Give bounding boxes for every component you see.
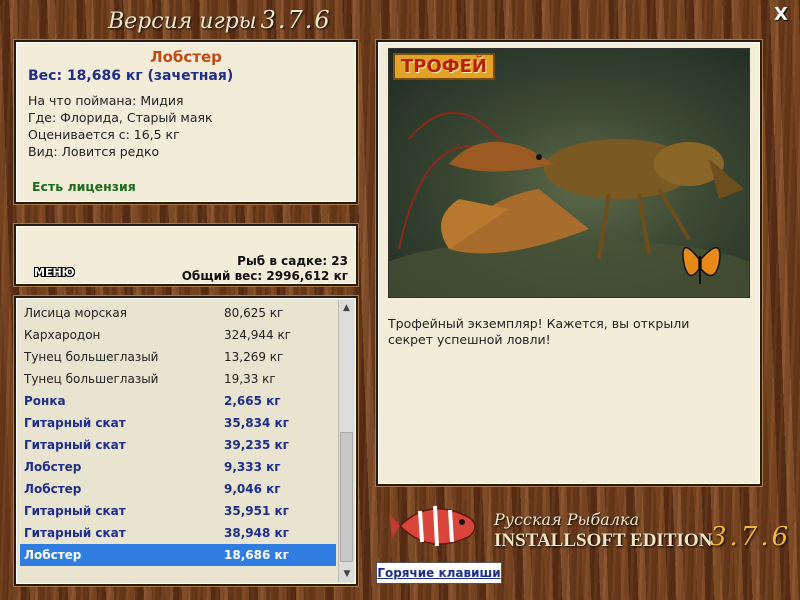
catch-row[interactable]: Лобстер 18,686 кг	[20, 544, 336, 566]
catch-name: Лобстер	[24, 482, 82, 496]
catch-name: Гитарный скат	[24, 438, 126, 452]
trophy-panel: ТРОФЕЙ Трофейный экземпляр! Кажется, вы …	[376, 40, 762, 486]
catch-name: Лобстер	[24, 548, 82, 562]
catch-name: Гитарный скат	[24, 504, 126, 518]
fish-name: Лобстер	[150, 48, 222, 66]
lobster-photo: ТРОФЕЙ	[388, 48, 750, 298]
catch-weight: 18,686 кг	[224, 548, 289, 562]
catch-row[interactable]: Тунец большеглазый 19,33 кг	[20, 368, 336, 390]
title-prefix: Версия игры	[108, 9, 257, 34]
catch-weight: 39,235 кг	[224, 438, 289, 452]
catch-row[interactable]: Гитарный скат 35,834 кг	[20, 412, 336, 434]
trophy-badge: ТРОФЕЙ	[393, 53, 495, 80]
fish-kind: Вид: Ловится редко	[28, 144, 160, 159]
catch-name: Лисица морская	[24, 306, 127, 320]
catch-name: Гитарный скат	[24, 526, 126, 540]
catch-row[interactable]: Тунец большеглазый 13,269 кг	[20, 346, 336, 368]
catch-weight: 2,665 кг	[224, 394, 281, 408]
catch-weight: 35,834 кг	[224, 416, 289, 430]
catch-weight: 13,269 кг	[224, 350, 284, 364]
menu-button[interactable]: МЕНЮ	[34, 266, 75, 279]
catch-weight: 324,944 кг	[224, 328, 291, 342]
catch-row[interactable]: Гитарный скат 35,951 кг	[20, 500, 336, 522]
trophy-description: Трофейный экземпляр! Кажется, вы открыли…	[388, 316, 690, 347]
brand-line1: Русская Рыбалка	[494, 510, 640, 529]
catch-weight: 38,948 кг	[224, 526, 289, 540]
catch-row[interactable]: Кархародон 324,944 кг	[20, 324, 336, 346]
fish-value: Оценивается с: 16,5 кг	[28, 127, 180, 142]
brand-logo: Русская Рыбалка INSTALLSOFT EDITION 3.7.…	[390, 496, 790, 556]
hotkeys-button[interactable]: Горячие клавиши	[376, 562, 502, 584]
scroll-down-icon[interactable]: ▼	[339, 566, 355, 582]
fish-location: Где: Флорида, Старый маяк	[28, 110, 213, 125]
catch-rows: Лисица морская 80,625 кг Кархародон 324,944…	[20, 302, 336, 566]
scroll-up-icon[interactable]: ▲	[339, 300, 354, 316]
catch-weight: 80,625 кг	[224, 306, 284, 320]
catch-name: Кархародон	[24, 328, 101, 342]
catch-row[interactable]: Лобстер 9,046 кг	[20, 478, 336, 500]
brand-line2: INSTALLSOFT EDITION	[494, 530, 713, 551]
fish-info-panel: Лобстер Вес: 18,686 кг (зачетная) На что…	[14, 40, 358, 204]
catch-name: Тунец большеглазый	[24, 372, 159, 386]
catch-row[interactable]: Лобстер 9,333 кг	[20, 456, 336, 478]
catch-weight: 35,951 кг	[224, 504, 289, 518]
catch-name: Лобстер	[24, 460, 82, 474]
catch-weight: 9,333 кг	[224, 460, 281, 474]
fish-weight: Вес: 18,686 кг (зачетная)	[28, 68, 234, 84]
brand-version: 3.7.6	[710, 522, 792, 552]
title-version: 3.7.6	[260, 6, 332, 34]
catch-list: Лисица морская 80,625 кг Кархародон 324,944…	[14, 296, 358, 586]
fish-logo-icon	[390, 505, 476, 547]
catch-name: Тунец большеглазый	[24, 350, 159, 364]
catch-name: Гитарный скат	[24, 416, 126, 430]
stats-panel: Рыб в садке: 23 Общий вес: 2996,612 кг М…	[14, 224, 358, 286]
catch-row[interactable]: Ронка 2,665 кг	[20, 390, 336, 412]
catch-weight: 9,046 кг	[224, 482, 281, 496]
close-icon[interactable]: X	[772, 6, 790, 24]
catch-row[interactable]: Гитарный скат 39,235 кг	[20, 434, 336, 456]
window-title: Версия игры 3.7.6	[108, 6, 332, 34]
license-status: Есть лицензия	[32, 179, 136, 194]
catch-row[interactable]: Лисица морская 80,625 кг	[20, 302, 336, 324]
catch-weight: 19,33 кг	[224, 372, 276, 386]
fish-bait: На что поймана: Мидия	[28, 93, 184, 108]
catch-name: Ронка	[24, 394, 66, 408]
lobster-image	[389, 112, 749, 297]
catch-row[interactable]: Гитарный скат 38,948 кг	[20, 522, 336, 544]
scroll-thumb[interactable]	[340, 432, 353, 562]
list-scrollbar[interactable]: ▲ ▼	[338, 300, 354, 582]
